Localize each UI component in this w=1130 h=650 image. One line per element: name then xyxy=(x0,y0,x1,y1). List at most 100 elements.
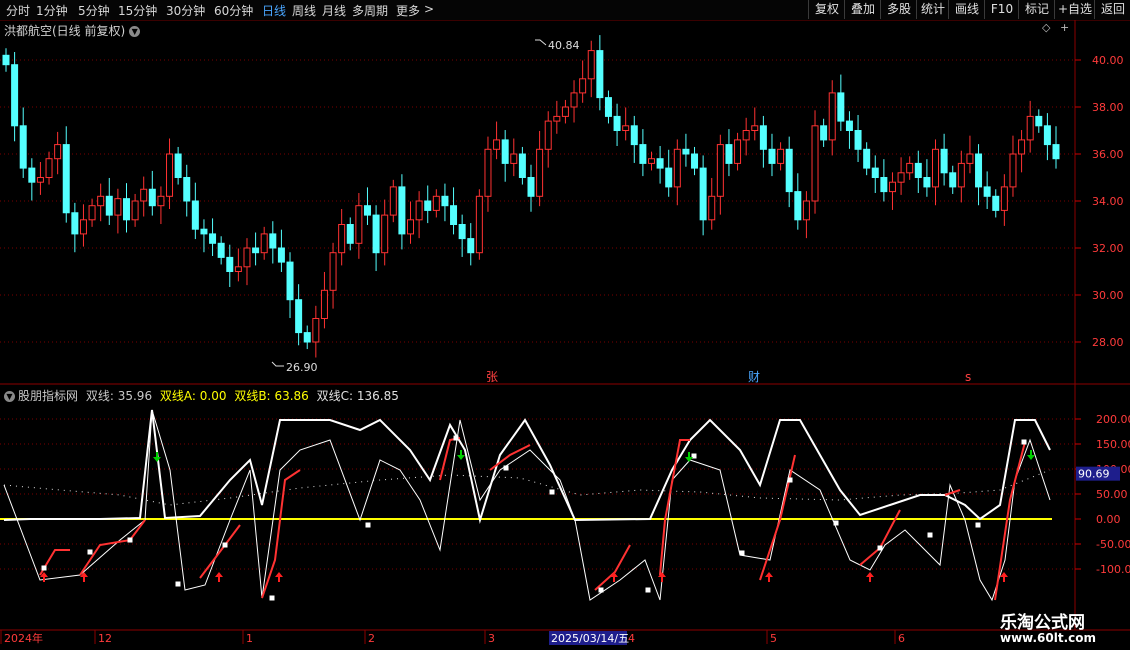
candle-up xyxy=(1018,139,1026,155)
candle-down xyxy=(1052,144,1060,160)
candle-up xyxy=(579,78,587,94)
candle-down xyxy=(269,233,277,249)
candle-up xyxy=(957,162,965,188)
candle-up xyxy=(355,205,363,244)
event-marker-s: s xyxy=(965,370,971,384)
chevron-down-icon[interactable]: ▼ xyxy=(129,26,141,37)
candle-up xyxy=(570,92,578,108)
candle-down xyxy=(303,332,311,343)
signal-square xyxy=(877,545,883,551)
signal-square xyxy=(739,550,745,556)
buy-arrow-icon xyxy=(215,572,223,582)
legend-line-c: 双线C: 136.85 xyxy=(316,389,399,403)
buy-arrow-icon xyxy=(610,572,618,582)
candle-up xyxy=(802,200,810,221)
candle-down xyxy=(863,148,871,169)
current-value-label: 90.69 xyxy=(1078,468,1110,481)
candle-down xyxy=(363,205,371,216)
candle-down xyxy=(217,242,225,258)
buy-arrow-icon xyxy=(866,572,874,582)
candle-down xyxy=(11,64,19,127)
candle-down xyxy=(200,228,208,235)
candle-up xyxy=(415,200,423,221)
high-price-pointer xyxy=(535,39,547,46)
candle-up xyxy=(536,148,544,197)
candle-down xyxy=(604,97,612,117)
indicator-tick-label: -100.00 xyxy=(1096,563,1130,576)
legend-line-a: 双线A: 0.00 xyxy=(159,389,227,403)
candle-down xyxy=(2,54,10,66)
watermark-line2: www.60lt.com xyxy=(1000,631,1097,645)
buy-arrow-icon xyxy=(765,572,773,582)
candle-up xyxy=(1009,153,1017,188)
candle-down xyxy=(639,144,647,164)
candle-up xyxy=(510,153,518,164)
candle-up xyxy=(320,289,328,319)
event-marker-cai: 财 xyxy=(748,370,760,384)
candle-down xyxy=(940,148,948,174)
chevron-down-icon[interactable]: ▼ xyxy=(4,391,15,402)
legend-line: 双线: 35.96 xyxy=(85,389,153,403)
candle-down xyxy=(820,125,828,141)
candle-up xyxy=(389,186,397,216)
candle-up xyxy=(553,115,561,122)
candle-up xyxy=(88,205,96,221)
line-red-segment xyxy=(759,454,796,581)
candle-up xyxy=(622,125,630,132)
candle-up xyxy=(587,50,595,80)
candle-down xyxy=(501,139,509,164)
date-tick-label: 1 xyxy=(246,632,253,645)
candle-down xyxy=(62,144,70,214)
candle-up xyxy=(329,252,337,291)
signal-square xyxy=(645,587,651,593)
candlestick-series xyxy=(2,35,1060,358)
signal-square xyxy=(503,465,509,471)
line-red-segment xyxy=(199,524,241,579)
indicator-tick-label: -50.00 xyxy=(1096,538,1130,551)
price-tick-label: 38.00 xyxy=(1092,101,1124,114)
candle-up xyxy=(734,139,742,164)
candle-up xyxy=(897,172,905,183)
candle-up xyxy=(157,195,165,207)
indicator-title: ▼ 股朋指标网 双线: 35.96 双线A: 0.00 双线B: 63.86 双线… xyxy=(4,387,399,404)
candle-up xyxy=(484,148,492,197)
candle-down xyxy=(441,195,449,207)
candle-down xyxy=(398,186,406,235)
candle-down xyxy=(295,299,303,334)
candle-down xyxy=(725,144,733,164)
candle-up xyxy=(234,266,242,272)
diamond-icon[interactable]: ◇ xyxy=(1042,21,1050,34)
candle-up xyxy=(260,233,268,254)
candle-down xyxy=(794,191,802,221)
candle-up xyxy=(312,318,320,343)
signal-square xyxy=(453,435,459,441)
candle-down xyxy=(785,148,793,193)
signal-square xyxy=(787,477,793,483)
indicator-series xyxy=(0,409,1052,602)
watermark-logo: 乐淘公式网 www.60lt.com xyxy=(978,604,1130,650)
candle-down xyxy=(854,130,862,150)
candle-up xyxy=(1000,186,1008,211)
signal-square xyxy=(975,522,981,528)
indicator-tick-label: 200.00 xyxy=(1096,413,1130,426)
candle-down xyxy=(372,214,380,254)
line-red-segment xyxy=(261,469,301,599)
candle-down xyxy=(209,233,217,244)
candle-down xyxy=(105,195,113,216)
candle-down xyxy=(682,148,690,155)
date-tick-label: 2024年 xyxy=(4,631,43,645)
price-tick-label: 40.00 xyxy=(1092,54,1124,67)
date-tick-label: 5 xyxy=(770,632,777,645)
candle-up xyxy=(79,219,87,235)
kline-chart-canvas[interactable]: 40.0038.0036.0034.0032.0030.0028.00200.0… xyxy=(0,0,1130,650)
buy-arrow-icon xyxy=(275,572,283,582)
stock-title-text: 洪都航空(日线 前复权) xyxy=(4,24,126,38)
plus-icon[interactable]: + xyxy=(1060,21,1069,34)
candle-up xyxy=(742,130,750,141)
candle-down xyxy=(183,177,191,202)
candle-up xyxy=(1026,115,1034,141)
signal-square xyxy=(598,587,604,593)
candle-up xyxy=(932,148,940,188)
sell-arrow-icon xyxy=(153,452,161,462)
date-tick-label: 12 xyxy=(98,632,112,645)
